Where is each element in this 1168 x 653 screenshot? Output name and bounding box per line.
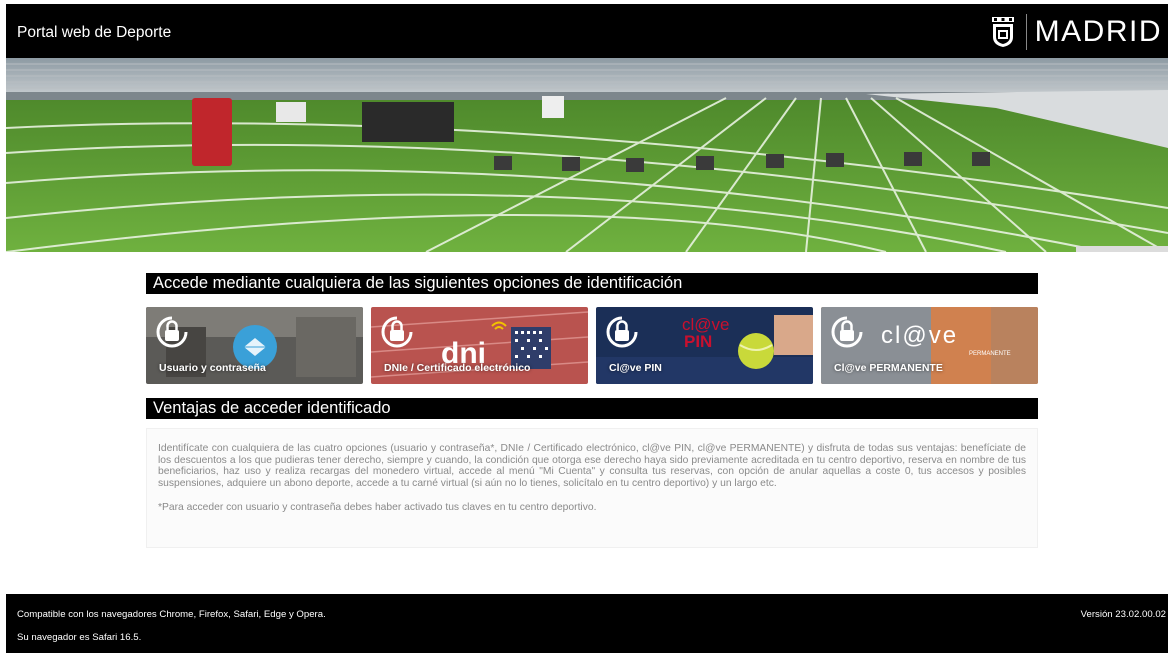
login-clave-permanente-button[interactable]: cl@ve PERMANENTE Cl@ve PERMANENTE (821, 307, 1038, 384)
lock-icon (606, 316, 638, 348)
login-clave-pin-button[interactable]: cl@ve PIN Cl@ve PIN (596, 307, 813, 384)
permanente-subtitle: PERMANENTE (969, 351, 1011, 357)
version-text: Versión 23.02.00.02 (1080, 609, 1166, 620)
benefits-heading: Ventajas de acceder identificado (146, 398, 1038, 419)
site-footer: Compatible con los navegadores Chrome, F… (6, 594, 1168, 653)
brand-divider (1025, 14, 1027, 50)
clave-logo-text: cl@ve (682, 315, 730, 334)
lock-icon (831, 316, 863, 348)
tile-label: DNIe / Certificado electrónico (384, 362, 531, 374)
tile-label: Cl@ve PIN (609, 362, 662, 374)
madrid-logo[interactable]: MADRID (990, 13, 1162, 51)
site-title[interactable]: Portal web de Deporte (17, 24, 171, 42)
benefits-text: Identifícate con cualquiera de las cuatr… (158, 443, 1026, 489)
login-options: Usuario y contraseña dni DNIe / Certific… (146, 307, 1038, 384)
hero-banner (6, 58, 1168, 252)
browser-compatibility-text: Compatible con los navegadores Chrome, F… (17, 609, 326, 620)
benefits-note: *Para acceder con usuario y contraseña d… (158, 502, 597, 514)
brand-name: MADRID (1034, 15, 1162, 48)
login-options-heading: Accede mediante cualquiera de las siguie… (146, 273, 1038, 294)
current-browser-text: Su navegador es Safari 16.5. (17, 632, 142, 643)
pin-logo-text: PIN (684, 332, 713, 351)
lock-icon (156, 316, 188, 348)
lock-icon (381, 316, 413, 348)
benefits-info-box: Identifícate con cualquiera de las cuatr… (146, 428, 1038, 548)
login-user-password-button[interactable]: Usuario y contraseña (146, 307, 363, 384)
clave-pin-logo: cl@ve PIN (682, 316, 730, 350)
clave-permanente-logo: cl@ve (881, 322, 959, 349)
tile-label: Usuario y contraseña (159, 362, 266, 374)
tile-label: Cl@ve PERMANENTE (834, 362, 943, 374)
madrid-crest-icon (991, 17, 1014, 47)
login-dnie-certificate-button[interactable]: dni DNIe / Certificado electrónico (371, 307, 588, 384)
stadium-track-image (6, 58, 1168, 252)
site-header: Portal web de Deporte MADRID (6, 4, 1168, 58)
